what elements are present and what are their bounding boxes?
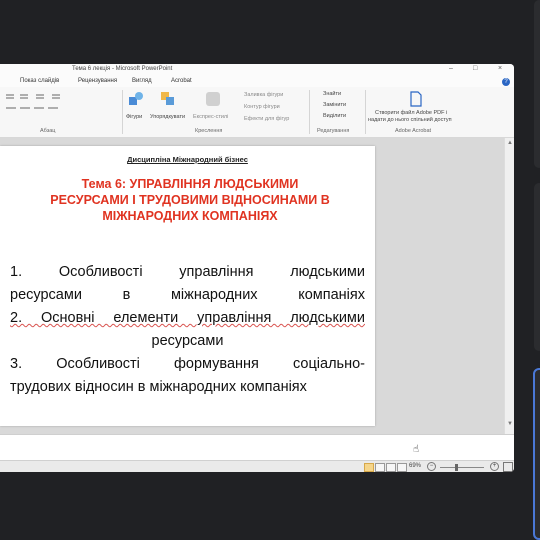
find-button[interactable]: Знайти xyxy=(323,91,341,97)
topic-line: МІЖНАРОДНИХ КОМПАНІЯХ xyxy=(102,209,278,223)
acrobat-create-line1[interactable]: Створити файл Adobe PDF і xyxy=(375,110,447,116)
shape-effects-button[interactable]: Ефекти для фігур xyxy=(244,116,289,122)
ribbon-separator xyxy=(309,90,310,134)
tab-slideshow[interactable]: Показ слайдів xyxy=(20,78,59,84)
zoom-in-button[interactable]: + xyxy=(490,462,499,471)
fit-to-window-icon[interactable] xyxy=(503,462,513,472)
ribbon-separator xyxy=(365,90,366,134)
select-button[interactable]: Виділити xyxy=(323,113,346,119)
ribbon-separator xyxy=(122,90,123,134)
ribbon: Абзац Фігури Упорядкувати Експрес-стилі … xyxy=(0,87,514,138)
close-button[interactable]: × xyxy=(498,65,502,72)
shapes-label[interactable]: Фігури xyxy=(126,114,142,120)
group-editing-label: Редагування xyxy=(317,128,350,134)
status-bar: 69% − + xyxy=(0,460,514,472)
zoom-slider-track[interactable] xyxy=(440,467,484,468)
tab-review[interactable]: Рецензування xyxy=(78,78,117,84)
maximize-button[interactable]: □ xyxy=(473,65,477,72)
vertical-scrollbar[interactable]: ▲ ▼ xyxy=(504,138,514,434)
participant-tile-middle[interactable] xyxy=(534,183,540,351)
list-item-line: 3. Особливості формування соціально- xyxy=(10,356,365,372)
slide-canvas[interactable]: Дисципліна Міжнародний бізнес Тема 6: УП… xyxy=(0,146,375,426)
help-icon[interactable]: ? xyxy=(502,78,510,86)
scroll-down-icon[interactable]: ▼ xyxy=(507,421,513,427)
title-bar: Тема 6 лекція - Microsoft PowerPoint – □… xyxy=(0,64,514,76)
tab-view[interactable]: Вигляд xyxy=(132,78,152,84)
reading-view-icon[interactable] xyxy=(386,463,396,472)
topic-line: Тема 6: УПРАВЛІННЯ ЛЮДСЬКИМИ xyxy=(81,177,299,191)
list-item-line: ресурсами в міжнародних компаніях xyxy=(10,287,365,303)
replace-button[interactable]: Замінити xyxy=(323,102,346,108)
zoom-slider-thumb[interactable] xyxy=(455,464,458,471)
arrange-label[interactable]: Упорядкувати xyxy=(150,114,185,120)
slideshow-icon[interactable] xyxy=(397,463,407,472)
group-drawing-label: Креслення xyxy=(195,128,223,134)
quick-styles-label[interactable]: Експрес-стилі xyxy=(193,114,228,120)
list-item-line: 2. Основні елементи управління людськими xyxy=(10,310,365,326)
zoom-level[interactable]: 69% xyxy=(409,463,421,469)
participant-tile-top[interactable] xyxy=(534,0,540,168)
shapes-icon[interactable] xyxy=(128,91,144,107)
list-item-line: 1. Особливості управління людськими xyxy=(10,264,365,280)
hand-cursor-icon: ☝ xyxy=(413,444,420,455)
topic-list: 1. Особливості управління людськими ресу… xyxy=(10,261,365,399)
scroll-up-icon[interactable]: ▲ xyxy=(507,140,513,146)
slide-editing-area[interactable]: Дисципліна Міжнародний бізнес Тема 6: УП… xyxy=(0,138,504,434)
notes-pane[interactable] xyxy=(0,434,514,461)
ribbon-tabs: Показ слайдів Рецензування Вигляд Acroba… xyxy=(0,76,514,87)
shape-outline-button[interactable]: Контур фігури xyxy=(244,104,280,110)
window-title: Тема 6 лекція - Microsoft PowerPoint xyxy=(72,66,173,72)
list-item-line: трудових відносин в міжнародних компанія… xyxy=(10,379,307,395)
powerpoint-window: Тема 6 лекція - Microsoft PowerPoint – □… xyxy=(0,64,514,472)
shape-fill-button[interactable]: Заливка фігури xyxy=(244,92,283,98)
acrobat-create-line2[interactable]: надати до нього спільний доступ xyxy=(368,117,452,123)
tab-acrobat[interactable]: Acrobat xyxy=(171,78,192,84)
discipline-heading: Дисципліна Міжнародний бізнес xyxy=(127,155,248,164)
zoom-out-button[interactable]: − xyxy=(427,462,436,471)
slide-sorter-icon[interactable] xyxy=(375,463,385,472)
group-adobe-label: Adobe Acrobat xyxy=(395,128,432,134)
arrange-icon[interactable] xyxy=(160,91,176,107)
pdf-share-icon[interactable] xyxy=(409,91,423,107)
bullets-icon[interactable] xyxy=(4,92,64,116)
topic-line: РЕСУРСАМИ І ТРУДОВИМИ ВІДНОСИНАМИ В xyxy=(50,193,330,207)
list-item-line: ресурсами xyxy=(151,333,224,349)
minimize-button[interactable]: – xyxy=(449,65,453,72)
quick-styles-icon[interactable] xyxy=(205,91,221,107)
topic-title: Тема 6: УПРАВЛІННЯ ЛЮДСЬКИМИ РЕСУРСАМИ І… xyxy=(40,176,340,224)
participant-tile-active[interactable] xyxy=(533,368,540,540)
group-paragraph-label: Абзац xyxy=(40,128,56,134)
normal-view-icon[interactable] xyxy=(364,463,374,472)
